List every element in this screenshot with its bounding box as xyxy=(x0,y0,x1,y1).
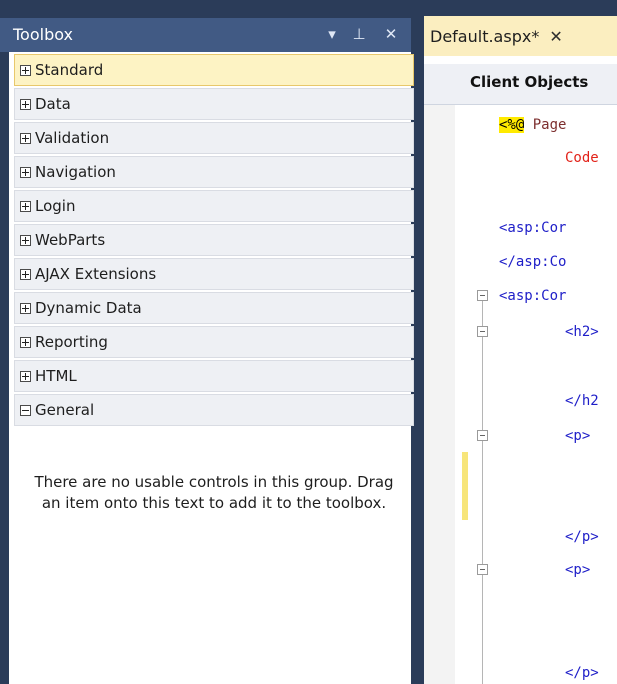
toolbox-group-label: AJAX Extensions xyxy=(35,265,157,283)
toolbox-group-label: Validation xyxy=(35,129,110,147)
change-indicator xyxy=(462,452,468,520)
client-objects-dropdown[interactable]: Client Objects xyxy=(470,73,588,91)
toolbox-group-label: Data xyxy=(35,95,71,113)
pin-icon[interactable]: ⊥ xyxy=(349,23,369,45)
expand-icon[interactable] xyxy=(20,302,31,314)
toolbox-group-navigation[interactable]: Navigation xyxy=(14,156,414,188)
expand-icon[interactable] xyxy=(20,336,31,348)
code-line: </h2 xyxy=(565,393,599,409)
toolbox-group-login[interactable]: Login xyxy=(14,190,414,222)
code-line: </asp:Co xyxy=(499,254,567,270)
toolbox-group-label: Login xyxy=(35,197,76,215)
toolbox-panel: Toolbox ▾ ⊥ ✕ Standard Data Validation N… xyxy=(0,0,414,684)
close-icon[interactable]: ✕ xyxy=(549,27,562,46)
toolbox-group-label: Dynamic Data xyxy=(35,299,142,317)
outline-line xyxy=(482,575,483,684)
tab-default-aspx[interactable]: Default.aspx* ✕ xyxy=(424,16,617,56)
expand-icon[interactable] xyxy=(20,268,31,280)
code-line: </p> xyxy=(565,665,599,681)
toolbox-group-label: Navigation xyxy=(35,163,116,181)
toolbox-group-label: General xyxy=(35,401,95,419)
code-line: <asp:Cor xyxy=(499,288,567,304)
code-line: </p> xyxy=(565,529,599,545)
code-editor[interactable]: Client Objects <%@ Page Code <asp:Cor </… xyxy=(424,56,617,684)
collapse-region-icon[interactable] xyxy=(477,430,488,441)
code-line: <h2> xyxy=(565,324,599,340)
empty-group-message[interactable]: There are no usable controls in this gro… xyxy=(31,472,397,514)
code-line: <p> xyxy=(565,428,591,444)
indicator-margin xyxy=(424,105,455,684)
toolbox-body: Standard Data Validation Navigation Logi… xyxy=(9,52,414,684)
toolbox-group-label: Reporting xyxy=(35,333,108,351)
expand-icon[interactable] xyxy=(20,166,31,178)
expand-icon[interactable] xyxy=(20,234,31,246)
toolbox-group-data[interactable]: Data xyxy=(14,88,414,120)
code-line: <asp:Cor xyxy=(499,220,567,236)
collapse-icon[interactable] xyxy=(20,404,31,416)
collapse-region-icon[interactable] xyxy=(477,290,488,301)
navigation-bar: Client Objects xyxy=(424,64,617,105)
outline-line xyxy=(482,301,483,326)
toolbox-group-general[interactable]: General xyxy=(14,394,414,426)
code-line: <%@ Page xyxy=(499,117,567,133)
toolbox-group-label: WebParts xyxy=(35,231,106,249)
toolbox-title: Toolbox xyxy=(13,25,73,44)
expand-icon[interactable] xyxy=(20,132,31,144)
toolbox-group-html[interactable]: HTML xyxy=(14,360,414,392)
collapse-region-icon[interactable] xyxy=(477,326,488,337)
expand-icon[interactable] xyxy=(20,370,31,382)
code-line: <p> xyxy=(565,562,591,578)
expand-icon[interactable] xyxy=(20,200,31,212)
collapse-region-icon[interactable] xyxy=(477,564,488,575)
toolbox-group-standard[interactable]: Standard xyxy=(14,54,414,86)
window-position-dropdown-icon[interactable]: ▾ xyxy=(322,23,342,45)
toolbox-header: Toolbox ▾ ⊥ ✕ xyxy=(0,18,411,52)
toolbox-group-ajax-extensions[interactable]: AJAX Extensions xyxy=(14,258,414,290)
tab-label: Default.aspx* xyxy=(430,26,540,46)
toolbox-group-label: HTML xyxy=(35,367,77,385)
outline-line xyxy=(482,337,483,430)
expand-icon[interactable] xyxy=(20,98,31,110)
toolbox-group-label: Standard xyxy=(35,61,104,79)
toolbox-group-reporting[interactable]: Reporting xyxy=(14,326,414,358)
toolbox-group-webparts[interactable]: WebParts xyxy=(14,224,414,256)
close-icon[interactable]: ✕ xyxy=(381,23,401,45)
toolbox-group-dynamic-data[interactable]: Dynamic Data xyxy=(14,292,414,324)
expand-icon[interactable] xyxy=(20,64,31,76)
toolbox-group-validation[interactable]: Validation xyxy=(14,122,414,154)
code-line: Code xyxy=(565,150,599,166)
outline-line xyxy=(482,441,483,564)
